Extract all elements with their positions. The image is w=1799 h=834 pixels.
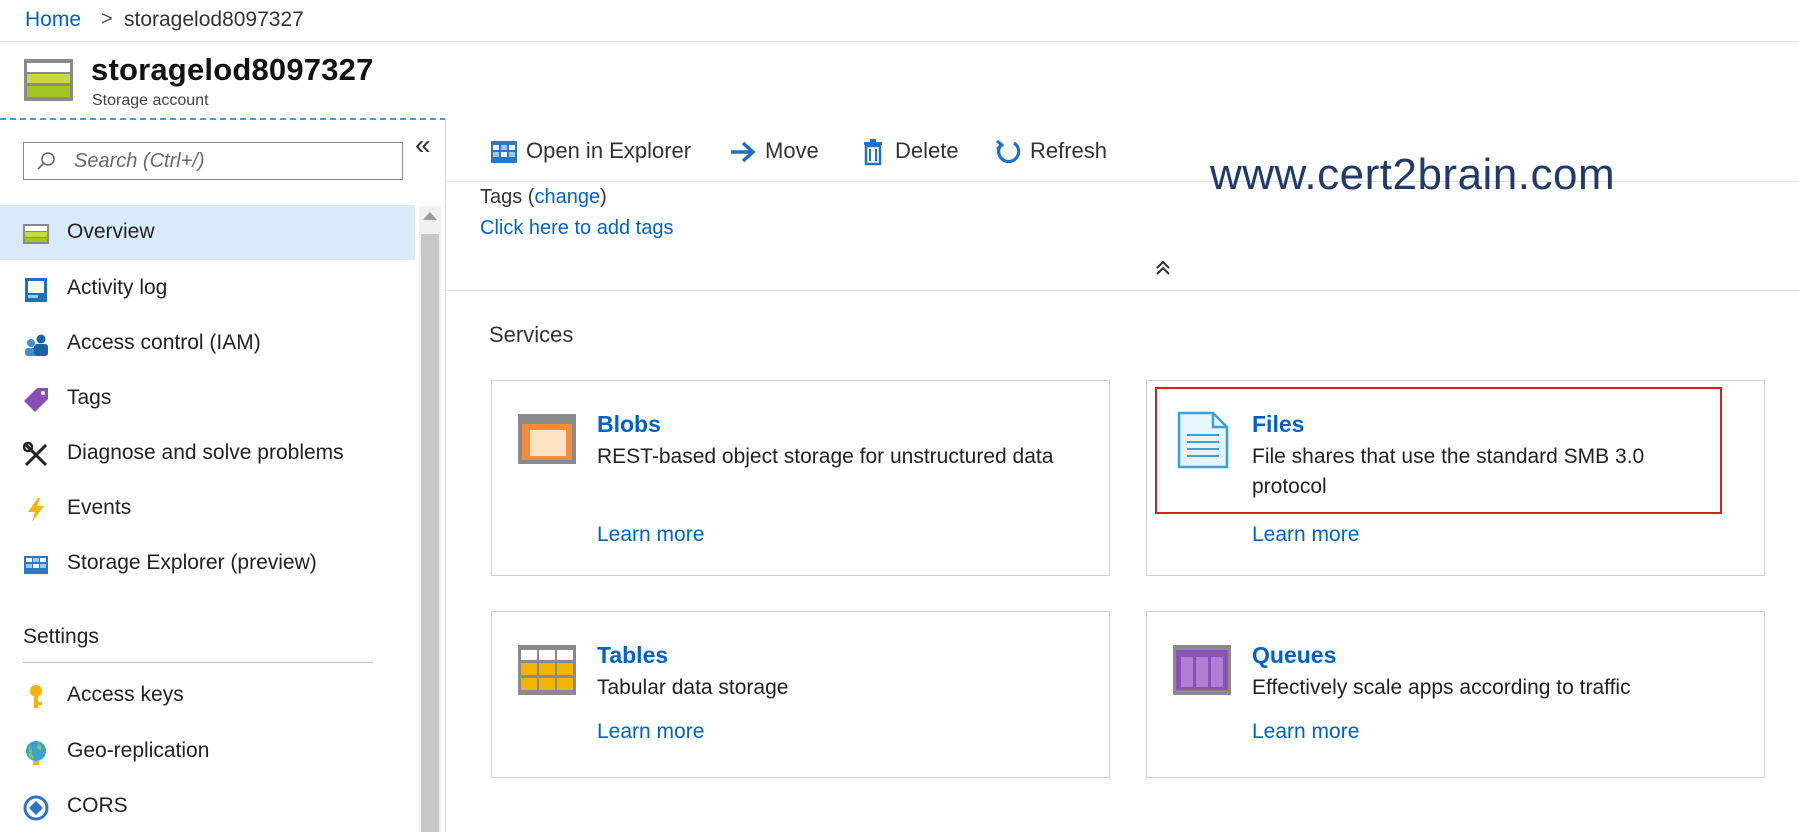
table-icon: [518, 645, 576, 695]
storage-overview-icon: [23, 224, 49, 244]
sidebar-item-label: Access keys: [67, 683, 184, 706]
breadcrumb-current: storagelod8097327: [124, 8, 304, 31]
services-header: Services: [489, 322, 574, 347]
settings-section-header: Settings: [23, 625, 99, 648]
sidebar-item-label: Storage Explorer (preview): [67, 551, 317, 574]
iam-icon: [25, 334, 48, 356]
wrench-icon: [23, 442, 48, 467]
move-button[interactable]: Move: [729, 136, 829, 168]
sidebar-scrollbar[interactable]: [419, 206, 441, 832]
header-divider: [0, 118, 446, 120]
sidebar-search-input[interactable]: Search (Ctrl+/): [23, 142, 403, 180]
queues-title-link[interactable]: Queues: [1252, 642, 1336, 669]
breadcrumb-separator: >: [101, 8, 113, 30]
sidebar-item-cors[interactable]: CORS: [0, 779, 415, 834]
blob-icon: [518, 414, 576, 464]
lightning-icon: [28, 498, 44, 522]
collapse-sidebar-button[interactable]: «: [415, 129, 431, 161]
highlight-box: [1155, 387, 1722, 514]
delete-button[interactable]: Delete: [859, 136, 964, 168]
sidebar-item-overview[interactable]: Overview: [0, 205, 415, 260]
sidebar-item-label: Activity log: [67, 276, 168, 299]
sidebar-item-tags[interactable]: Tags: [0, 371, 415, 426]
refresh-icon: [996, 139, 1021, 164]
scrollbar-thumb[interactable]: [421, 234, 439, 832]
tables-service-card[interactable]: Tables Tabular data storage Learn more: [491, 611, 1110, 778]
sidebar-item-geo-replication[interactable]: Geo-replication: [0, 724, 415, 779]
storage-explorer-icon: [491, 141, 517, 163]
queue-icon: [1173, 645, 1231, 695]
sidebar-item-iam[interactable]: Access control (IAM): [0, 316, 415, 371]
tables-learn-more-link[interactable]: Learn more: [597, 720, 704, 744]
blobs-description: REST-based object storage for unstructur…: [597, 445, 1054, 468]
globe-icon: [26, 741, 46, 765]
sidebar-item-diagnose[interactable]: Diagnose and solve problems: [0, 426, 415, 481]
search-placeholder: Search (Ctrl+/): [74, 150, 205, 172]
storage-explorer-icon: [24, 556, 48, 574]
change-tags-link[interactable]: change: [534, 186, 600, 208]
open-in-explorer-button[interactable]: Open in Explorer: [490, 136, 695, 168]
blobs-service-card[interactable]: Blobs REST-based object storage for unst…: [491, 380, 1110, 576]
trash-icon: [864, 139, 882, 166]
add-tags-link[interactable]: Click here to add tags: [480, 217, 673, 240]
refresh-label: Refresh: [1030, 138, 1108, 163]
scroll-up-arrow-icon[interactable]: [423, 212, 437, 220]
queues-service-card[interactable]: Queues Effectively scale apps according …: [1146, 611, 1765, 778]
cors-icon: [23, 795, 49, 821]
tags-line: Tags (change): [480, 186, 607, 208]
refresh-button[interactable]: Refresh: [994, 136, 1114, 168]
sidebar-item-storage-explorer[interactable]: Storage Explorer (preview): [0, 536, 415, 591]
page-title: storagelod8097327: [91, 52, 374, 87]
settings-divider: [23, 662, 373, 663]
collapse-essentials-icon[interactable]: [1155, 259, 1171, 282]
breadcrumb-home-link[interactable]: Home: [25, 8, 81, 32]
essentials-divider: [446, 290, 1799, 291]
breadcrumb: Home > storagelod8097327: [0, 0, 1799, 42]
open-in-explorer-label: Open in Explorer: [526, 138, 692, 163]
queues-learn-more-link[interactable]: Learn more: [1252, 720, 1359, 744]
sidebar-item-label: Geo-replication: [67, 739, 210, 762]
sidebar-item-label: Tags: [67, 386, 112, 409]
sidebar-item-events[interactable]: Events: [0, 481, 415, 536]
delete-label: Delete: [895, 138, 959, 163]
tags-label: Tags: [480, 186, 523, 208]
search-icon: [37, 152, 55, 170]
blobs-learn-more-link[interactable]: Learn more: [597, 523, 704, 547]
sidebar-item-access-keys[interactable]: Access keys: [0, 668, 415, 723]
storage-account-icon: [24, 59, 73, 101]
resource-type: Storage account: [92, 92, 209, 109]
sidebar-item-label: Access control (IAM): [67, 331, 261, 354]
files-learn-more-link[interactable]: Learn more: [1252, 523, 1359, 547]
queues-description: Effectively scale apps according to traf…: [1252, 676, 1631, 699]
tables-title-link[interactable]: Tables: [597, 642, 668, 669]
tables-description: Tabular data storage: [597, 676, 789, 699]
sidebar-item-label: Diagnose and solve problems: [67, 441, 344, 464]
key-icon: [30, 685, 42, 708]
tag-icon: [24, 388, 48, 412]
sidebar-item-label: Overview: [67, 220, 155, 243]
activity-log-icon: [25, 278, 47, 302]
move-label: Move: [765, 138, 819, 163]
watermark-text: www.cert2brain.com: [1210, 150, 1616, 199]
sidebar-item-label: CORS: [67, 794, 128, 817]
sidebar-divider: [445, 118, 446, 832]
sidebar-item-label: Events: [67, 496, 132, 519]
sidebar-item-activity-log[interactable]: Activity log: [0, 261, 415, 316]
arrow-right-icon: [731, 141, 756, 163]
blobs-title-link[interactable]: Blobs: [597, 411, 661, 438]
